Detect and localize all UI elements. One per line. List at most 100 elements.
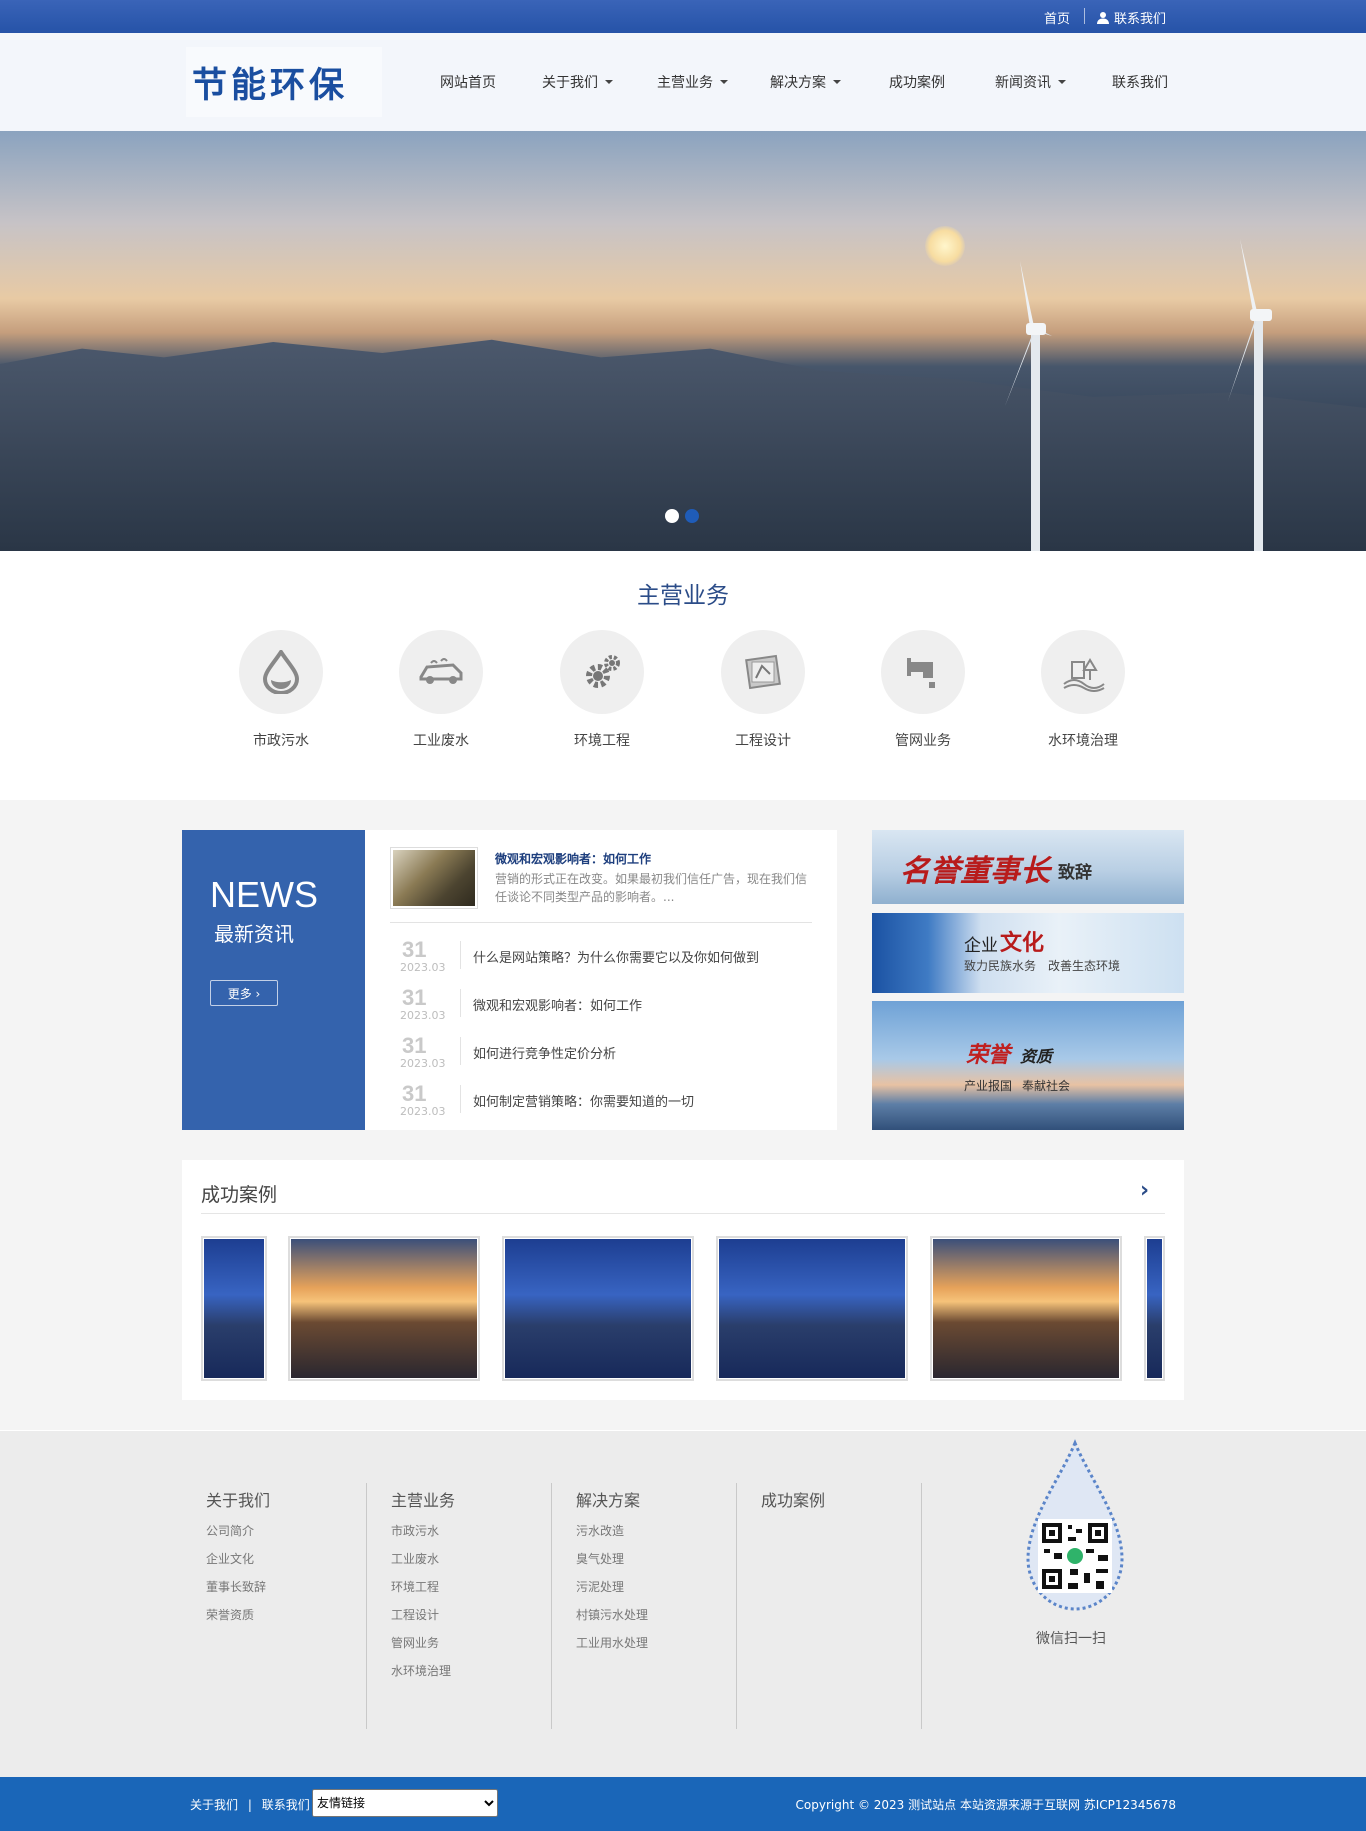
- nav-item-contact[interactable]: 联系我们: [1112, 33, 1168, 131]
- featured-news-title[interactable]: 微观和宏观影响者：如何工作: [495, 850, 651, 867]
- nav-label: 解决方案: [770, 75, 826, 91]
- caret-down-icon: [720, 80, 728, 84]
- cases-next-arrow-icon[interactable]: ›: [1140, 1178, 1149, 1203]
- banner-subhead: 致辞: [1058, 863, 1092, 883]
- bottom-divider: |: [247, 1798, 252, 1812]
- news-row: 31 2023.03 如何进行竞争性定价分析: [390, 1033, 812, 1073]
- bottom-links: 关于我们 | 联系我们: [190, 1796, 310, 1813]
- footer-link[interactable]: 市政污水: [391, 1522, 551, 1539]
- site-logo[interactable]: 节能环保: [186, 47, 382, 117]
- banner-sub-2: 改善生态环境: [1048, 959, 1121, 973]
- nav-label: 网站首页: [440, 75, 496, 91]
- banner-dot-2[interactable]: [685, 509, 699, 523]
- top-bar: 首页 联系我们: [0, 0, 1366, 33]
- case-thumb[interactable]: [201, 1236, 267, 1381]
- footer-heading: 关于我们: [206, 1491, 271, 1510]
- footer-link[interactable]: 管网业务: [391, 1634, 551, 1651]
- bottom-about-link[interactable]: 关于我们: [190, 1798, 238, 1812]
- nav-label: 主营业务: [657, 75, 713, 91]
- banner-sub-2: 奉献社会: [1022, 1079, 1071, 1093]
- top-contact-link[interactable]: 联系我们: [1097, 8, 1166, 27]
- nav-item-solutions[interactable]: 解决方案: [770, 33, 841, 131]
- copyright-text: Copyright © 2023 测试站点 本站资源来源于互联网 苏ICP123…: [795, 1798, 1176, 1812]
- footer-link[interactable]: 污泥处理: [576, 1578, 736, 1595]
- banner-headline-a: 荣誉: [966, 1042, 1011, 1068]
- footer-link[interactable]: 环境工程: [391, 1578, 551, 1595]
- footer-link[interactable]: 水环境治理: [391, 1662, 551, 1679]
- business-item-municipal[interactable]: 市政污水: [239, 630, 323, 750]
- banner-headline-b: 文化: [1000, 930, 1045, 956]
- divider: [460, 1085, 461, 1113]
- top-divider: [1084, 8, 1085, 24]
- footer-link[interactable]: 村镇污水处理: [576, 1606, 736, 1623]
- news-date: 2023.03: [400, 1057, 446, 1070]
- news-row: 31 2023.03 微观和宏观影响者：如何工作: [390, 985, 812, 1025]
- news-link[interactable]: 如何制定营销策略：你需要知道的一切: [473, 1091, 694, 1110]
- news-more-button[interactable]: 更多 ›: [210, 980, 278, 1006]
- footer-link[interactable]: 工业废水: [391, 1550, 551, 1567]
- nav-item-about[interactable]: 关于我们: [542, 33, 613, 131]
- honor-banner[interactable]: 荣誉 资质 产业报国 奉献社会: [872, 1001, 1184, 1130]
- banner-sub-1: 产业报国: [964, 1079, 1013, 1093]
- news-link[interactable]: 微观和宏观影响者：如何工作: [473, 995, 642, 1014]
- friend-links-select[interactable]: 友情链接: [312, 1789, 498, 1817]
- business-title: 主营业务: [637, 583, 729, 609]
- footer-link[interactable]: 荣誉资质: [206, 1606, 366, 1623]
- business-item-pipe[interactable]: 管网业务: [881, 630, 965, 750]
- news-link[interactable]: 什么是网站策略？为什么你需要它以及你如何做到: [473, 947, 759, 966]
- news-title-en: NEWS: [210, 874, 318, 915]
- footer-heading: 主营业务: [391, 1491, 456, 1510]
- cases-section: 成功案例 ›: [182, 1160, 1184, 1400]
- divider: [460, 941, 461, 969]
- footer-link[interactable]: 工程设计: [391, 1606, 551, 1623]
- chairman-speech-banner[interactable]: 名誉董事长 致辞: [872, 830, 1184, 904]
- business-item-environment[interactable]: 环境工程: [560, 630, 644, 750]
- culture-banner[interactable]: 企业 文化 致力民族水务 改善生态环境: [872, 913, 1184, 993]
- banner-headline: 名誉董事长: [900, 854, 1050, 889]
- nav-item-home[interactable]: 网站首页: [440, 33, 496, 131]
- footer-link[interactable]: 污水改造: [576, 1522, 736, 1539]
- nav-item-business[interactable]: 主营业务: [657, 33, 728, 131]
- business-label: 工业废水: [413, 733, 469, 749]
- business-label: 工程设计: [735, 733, 791, 749]
- business-item-design[interactable]: 工程设计: [721, 630, 805, 750]
- banner-headline-a: 企业: [964, 936, 998, 956]
- news-panel: NEWS 最新资讯 更多 ›: [182, 830, 365, 1130]
- business-label: 环境工程: [574, 733, 630, 749]
- banner-pagination: [665, 509, 699, 523]
- banner-dot-1[interactable]: [665, 509, 679, 523]
- case-thumb[interactable]: [716, 1236, 908, 1381]
- nav-item-cases[interactable]: 成功案例: [889, 33, 945, 131]
- footer-column-about: 关于我们 公司简介 企业文化 董事长致辞 荣誉资质: [182, 1483, 367, 1729]
- footer-column-cases: 成功案例: [737, 1483, 922, 1729]
- footer-link[interactable]: 企业文化: [206, 1550, 366, 1567]
- footer-link[interactable]: 臭气处理: [576, 1550, 736, 1567]
- footer-link[interactable]: 董事长致辞: [206, 1578, 366, 1595]
- site-footer: 关于我们 公司简介 企业文化 董事长致辞 荣誉资质 主营业务 市政污水 工业废水…: [0, 1431, 1366, 1777]
- news-date: 2023.03: [400, 1105, 446, 1118]
- news-day: 31: [402, 1033, 427, 1058]
- case-thumb[interactable]: [502, 1236, 694, 1381]
- gears-icon: [560, 630, 644, 714]
- business-item-water-env[interactable]: 水环境治理: [1041, 630, 1125, 750]
- wechat-qr-code: [1026, 1439, 1124, 1611]
- case-thumb[interactable]: [930, 1236, 1122, 1381]
- nav-label: 成功案例: [889, 75, 945, 91]
- case-thumb[interactable]: [1144, 1236, 1165, 1381]
- bottom-contact-link[interactable]: 联系我们: [262, 1798, 310, 1812]
- news-link[interactable]: 如何进行竞争性定价分析: [473, 1043, 616, 1062]
- footer-link[interactable]: 公司简介: [206, 1522, 366, 1539]
- case-thumb[interactable]: [288, 1236, 480, 1381]
- nav-item-news[interactable]: 新闻资讯: [995, 33, 1066, 131]
- news-list-panel: 微观和宏观影响者：如何工作 营销的形式正在改变。如果最初我们信任广告，现在我们信…: [365, 830, 837, 1130]
- qr-caption: 微信扫一扫: [1036, 1631, 1106, 1647]
- news-date: 2023.03: [400, 1009, 446, 1022]
- business-label: 水环境治理: [1048, 733, 1118, 749]
- nav-label: 关于我们: [542, 75, 598, 91]
- featured-news-image[interactable]: [390, 847, 478, 909]
- footer-heading[interactable]: 成功案例: [761, 1487, 921, 1511]
- divider: [460, 989, 461, 1017]
- business-item-industrial[interactable]: 工业废水: [399, 630, 483, 750]
- top-home-link[interactable]: 首页: [1044, 8, 1070, 27]
- footer-link[interactable]: 工业用水处理: [576, 1634, 736, 1651]
